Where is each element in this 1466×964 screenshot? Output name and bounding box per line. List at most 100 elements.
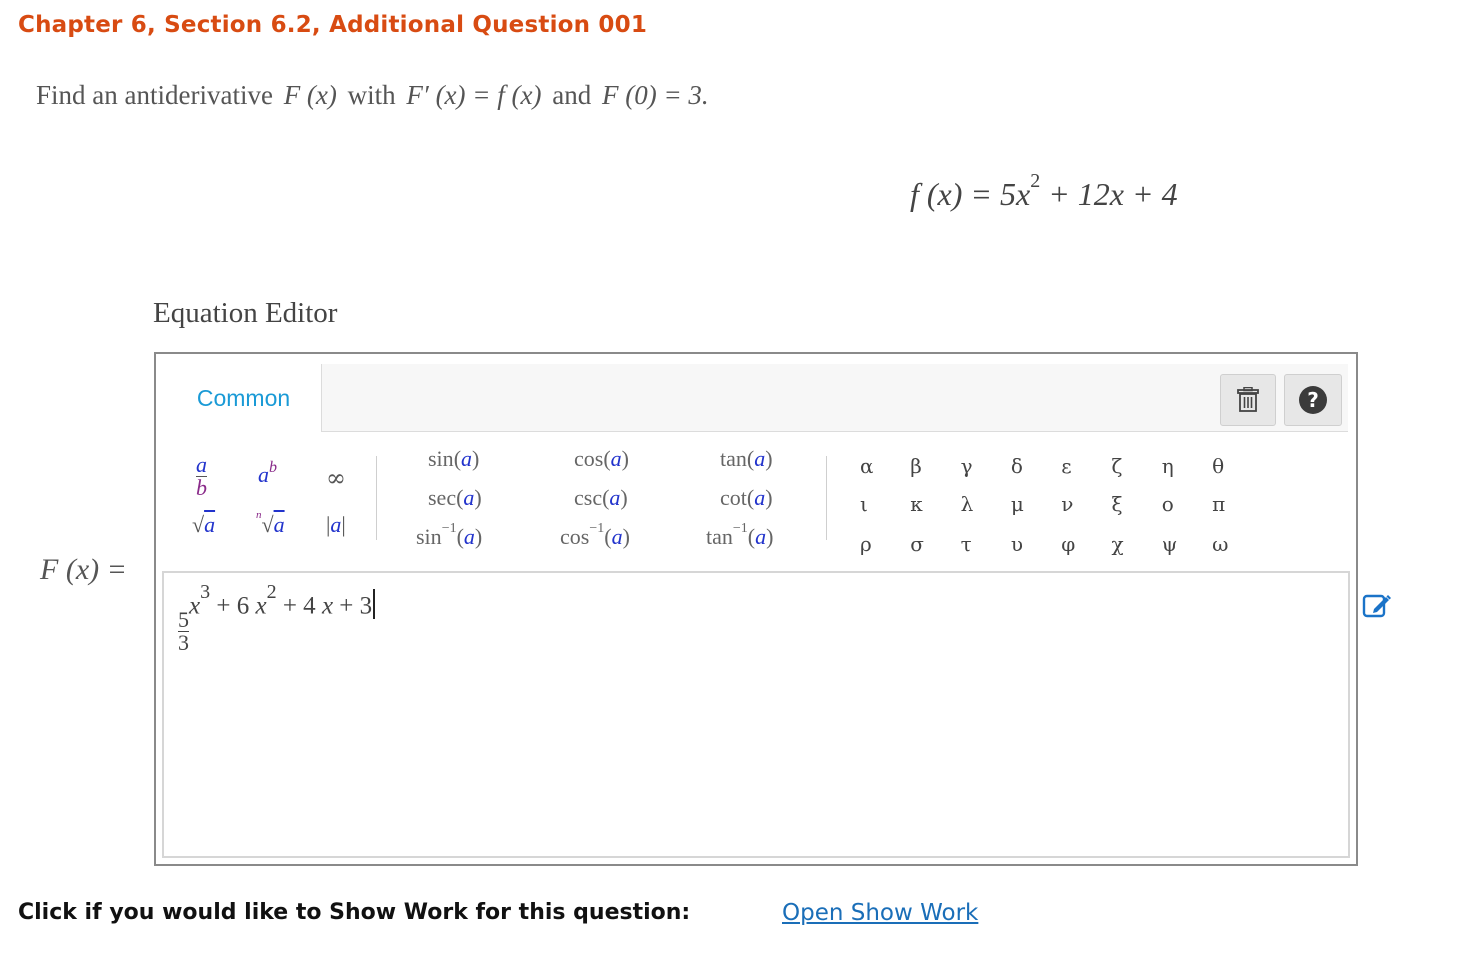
cot-button[interactable]: cot(a) xyxy=(720,485,773,511)
trig-fn: tan xyxy=(720,446,747,471)
trig-sup: −1 xyxy=(732,520,748,536)
arcsin-button[interactable]: sin−1(a) xyxy=(416,521,482,550)
fraction-numerator: a xyxy=(196,452,207,477)
nthroot-index: n xyxy=(256,508,262,521)
greek-symbol-button[interactable]: κ xyxy=(910,492,923,516)
question-math-derivative: F′ (x) = f (x) xyxy=(406,80,542,110)
sqrt-symbol: √ xyxy=(192,512,205,537)
open-show-work-link[interactable]: Open Show Work xyxy=(782,900,978,926)
abs-right: | xyxy=(341,512,346,537)
answer-fraction-den: 3 xyxy=(178,630,189,656)
answer-exponent: 3 xyxy=(200,581,211,603)
trig-fn: csc xyxy=(574,485,603,510)
trig-fn: sin xyxy=(416,524,442,549)
tab-common[interactable]: Common xyxy=(166,364,322,432)
greek-symbol-button[interactable]: ν xyxy=(1061,492,1073,516)
greek-symbol-button[interactable]: υ xyxy=(1011,532,1023,556)
help-icon: ? xyxy=(1299,386,1327,414)
question-text-part: with xyxy=(347,80,396,110)
greek-symbol-button[interactable]: θ xyxy=(1212,454,1224,478)
greek-symbol-button[interactable]: γ xyxy=(961,454,973,478)
greek-symbol-button[interactable]: δ xyxy=(1011,454,1023,478)
nthroot-button[interactable]: n√a xyxy=(256,508,285,538)
trig-arg: a xyxy=(611,524,623,549)
greek-symbol-button[interactable]: ζ xyxy=(1112,454,1123,478)
editor-toolbar: Common ? xyxy=(166,364,1348,432)
greek-symbol-button[interactable]: λ xyxy=(961,492,974,516)
fraction-button[interactable]: ab xyxy=(196,454,207,499)
question-math-initial: F (0) = 3. xyxy=(601,80,709,110)
greek-symbol-button[interactable]: μ xyxy=(1011,492,1024,516)
greek-symbol-button[interactable]: η xyxy=(1162,454,1174,478)
clear-button[interactable] xyxy=(1220,374,1276,426)
given-exponent: 2 xyxy=(1030,170,1041,193)
trig-arg: a xyxy=(754,485,766,510)
question-title: Chapter 6, Section 6.2, Additional Quest… xyxy=(18,12,648,38)
sqrt-button[interactable]: √a xyxy=(192,512,215,538)
arccos-button[interactable]: cos−1(a) xyxy=(560,520,630,550)
greek-symbol-button[interactable]: ξ xyxy=(1112,492,1123,516)
answer-input[interactable]: 5 3 x3 + 6 x2 + 4 x + 3 xyxy=(162,571,1350,858)
answer-exponent: 2 xyxy=(266,581,277,603)
sec-button[interactable]: sec(a) xyxy=(428,485,482,511)
trig-arg: a xyxy=(754,446,766,471)
greek-symbol-button[interactable]: ρ xyxy=(860,532,872,556)
tan-button[interactable]: tan(a) xyxy=(720,446,773,472)
edit-icon[interactable] xyxy=(1362,591,1392,619)
infinity-button[interactable]: ∞ xyxy=(326,464,346,492)
trig-arg: a xyxy=(463,485,475,510)
fraction-denominator: b xyxy=(196,475,207,500)
greek-symbol-button[interactable]: χ xyxy=(1112,532,1124,556)
greek-symbol-button[interactable]: π xyxy=(1212,492,1225,516)
greek-symbol-button[interactable]: φ xyxy=(1061,532,1075,556)
palette-divider xyxy=(826,456,827,540)
greek-symbol-button[interactable]: ο xyxy=(1162,492,1174,516)
answer-fraction-num: 5 xyxy=(178,607,189,633)
show-work-prompt: Click if you would like to Show Work for… xyxy=(18,900,691,925)
trig-arg: a xyxy=(755,524,767,549)
greek-symbol-button[interactable]: α xyxy=(860,454,874,478)
cos-button[interactable]: cos(a) xyxy=(574,446,629,472)
answer-var: x xyxy=(321,592,334,620)
answer-term: + 6 xyxy=(216,592,250,620)
abs-var: a xyxy=(330,512,342,537)
power-base: a xyxy=(258,462,269,487)
given-function: f (x) = 5x2 + 12x + 4 xyxy=(910,170,1178,213)
greek-symbol-button[interactable]: ε xyxy=(1061,454,1071,478)
nthroot-var: a xyxy=(273,512,285,537)
arctan-button[interactable]: tan−1(a) xyxy=(706,520,773,550)
equation-editor: Common ? ab ab ∞ √a n√a |a| sin(a) cos(a… xyxy=(154,352,1358,866)
csc-button[interactable]: csc(a) xyxy=(574,485,628,511)
answer-term: + 3 xyxy=(339,592,373,620)
trig-arg: a xyxy=(463,524,475,549)
trig-fn: sec xyxy=(428,485,457,510)
equation-editor-label: Equation Editor xyxy=(153,297,338,329)
trig-sup: −1 xyxy=(589,520,605,536)
nthroot-symbol: √ xyxy=(261,512,274,537)
greek-symbol-button[interactable]: ι xyxy=(860,492,868,516)
sqrt-var: a xyxy=(204,512,216,537)
trash-icon xyxy=(1237,387,1259,412)
question-text: Find an antiderivative F (x) with F′ (x)… xyxy=(36,80,713,111)
answer-label: F (x) = xyxy=(40,553,127,587)
sin-button[interactable]: sin(a) xyxy=(428,446,479,472)
power-button[interactable]: ab xyxy=(258,459,277,488)
greek-symbol-button[interactable]: ψ xyxy=(1162,532,1178,556)
help-button[interactable]: ? xyxy=(1284,374,1342,426)
abs-button[interactable]: |a| xyxy=(326,512,346,538)
trig-arg: a xyxy=(461,446,473,471)
answer-expression: 5 3 x3 + 6 x2 + 4 x + 3 xyxy=(178,581,376,654)
text-cursor xyxy=(373,589,376,620)
greek-symbol-button[interactable]: τ xyxy=(961,532,972,556)
palette-divider xyxy=(376,456,377,540)
greek-symbol-button[interactable]: σ xyxy=(910,532,924,556)
trig-fn: sin xyxy=(428,446,454,471)
answer-fraction: 5 3 xyxy=(178,609,189,654)
trig-fn: cos xyxy=(574,446,604,471)
trig-fn: cot xyxy=(720,485,747,510)
greek-symbol-button[interactable]: ω xyxy=(1212,532,1228,556)
greek-symbol-button[interactable]: β xyxy=(910,454,922,478)
symbol-palette: ab ab ∞ √a n√a |a| sin(a) cos(a) tan(a) … xyxy=(166,434,1348,564)
answer-label-text: F (x) = xyxy=(40,553,127,586)
question-text-part: and xyxy=(552,80,592,110)
